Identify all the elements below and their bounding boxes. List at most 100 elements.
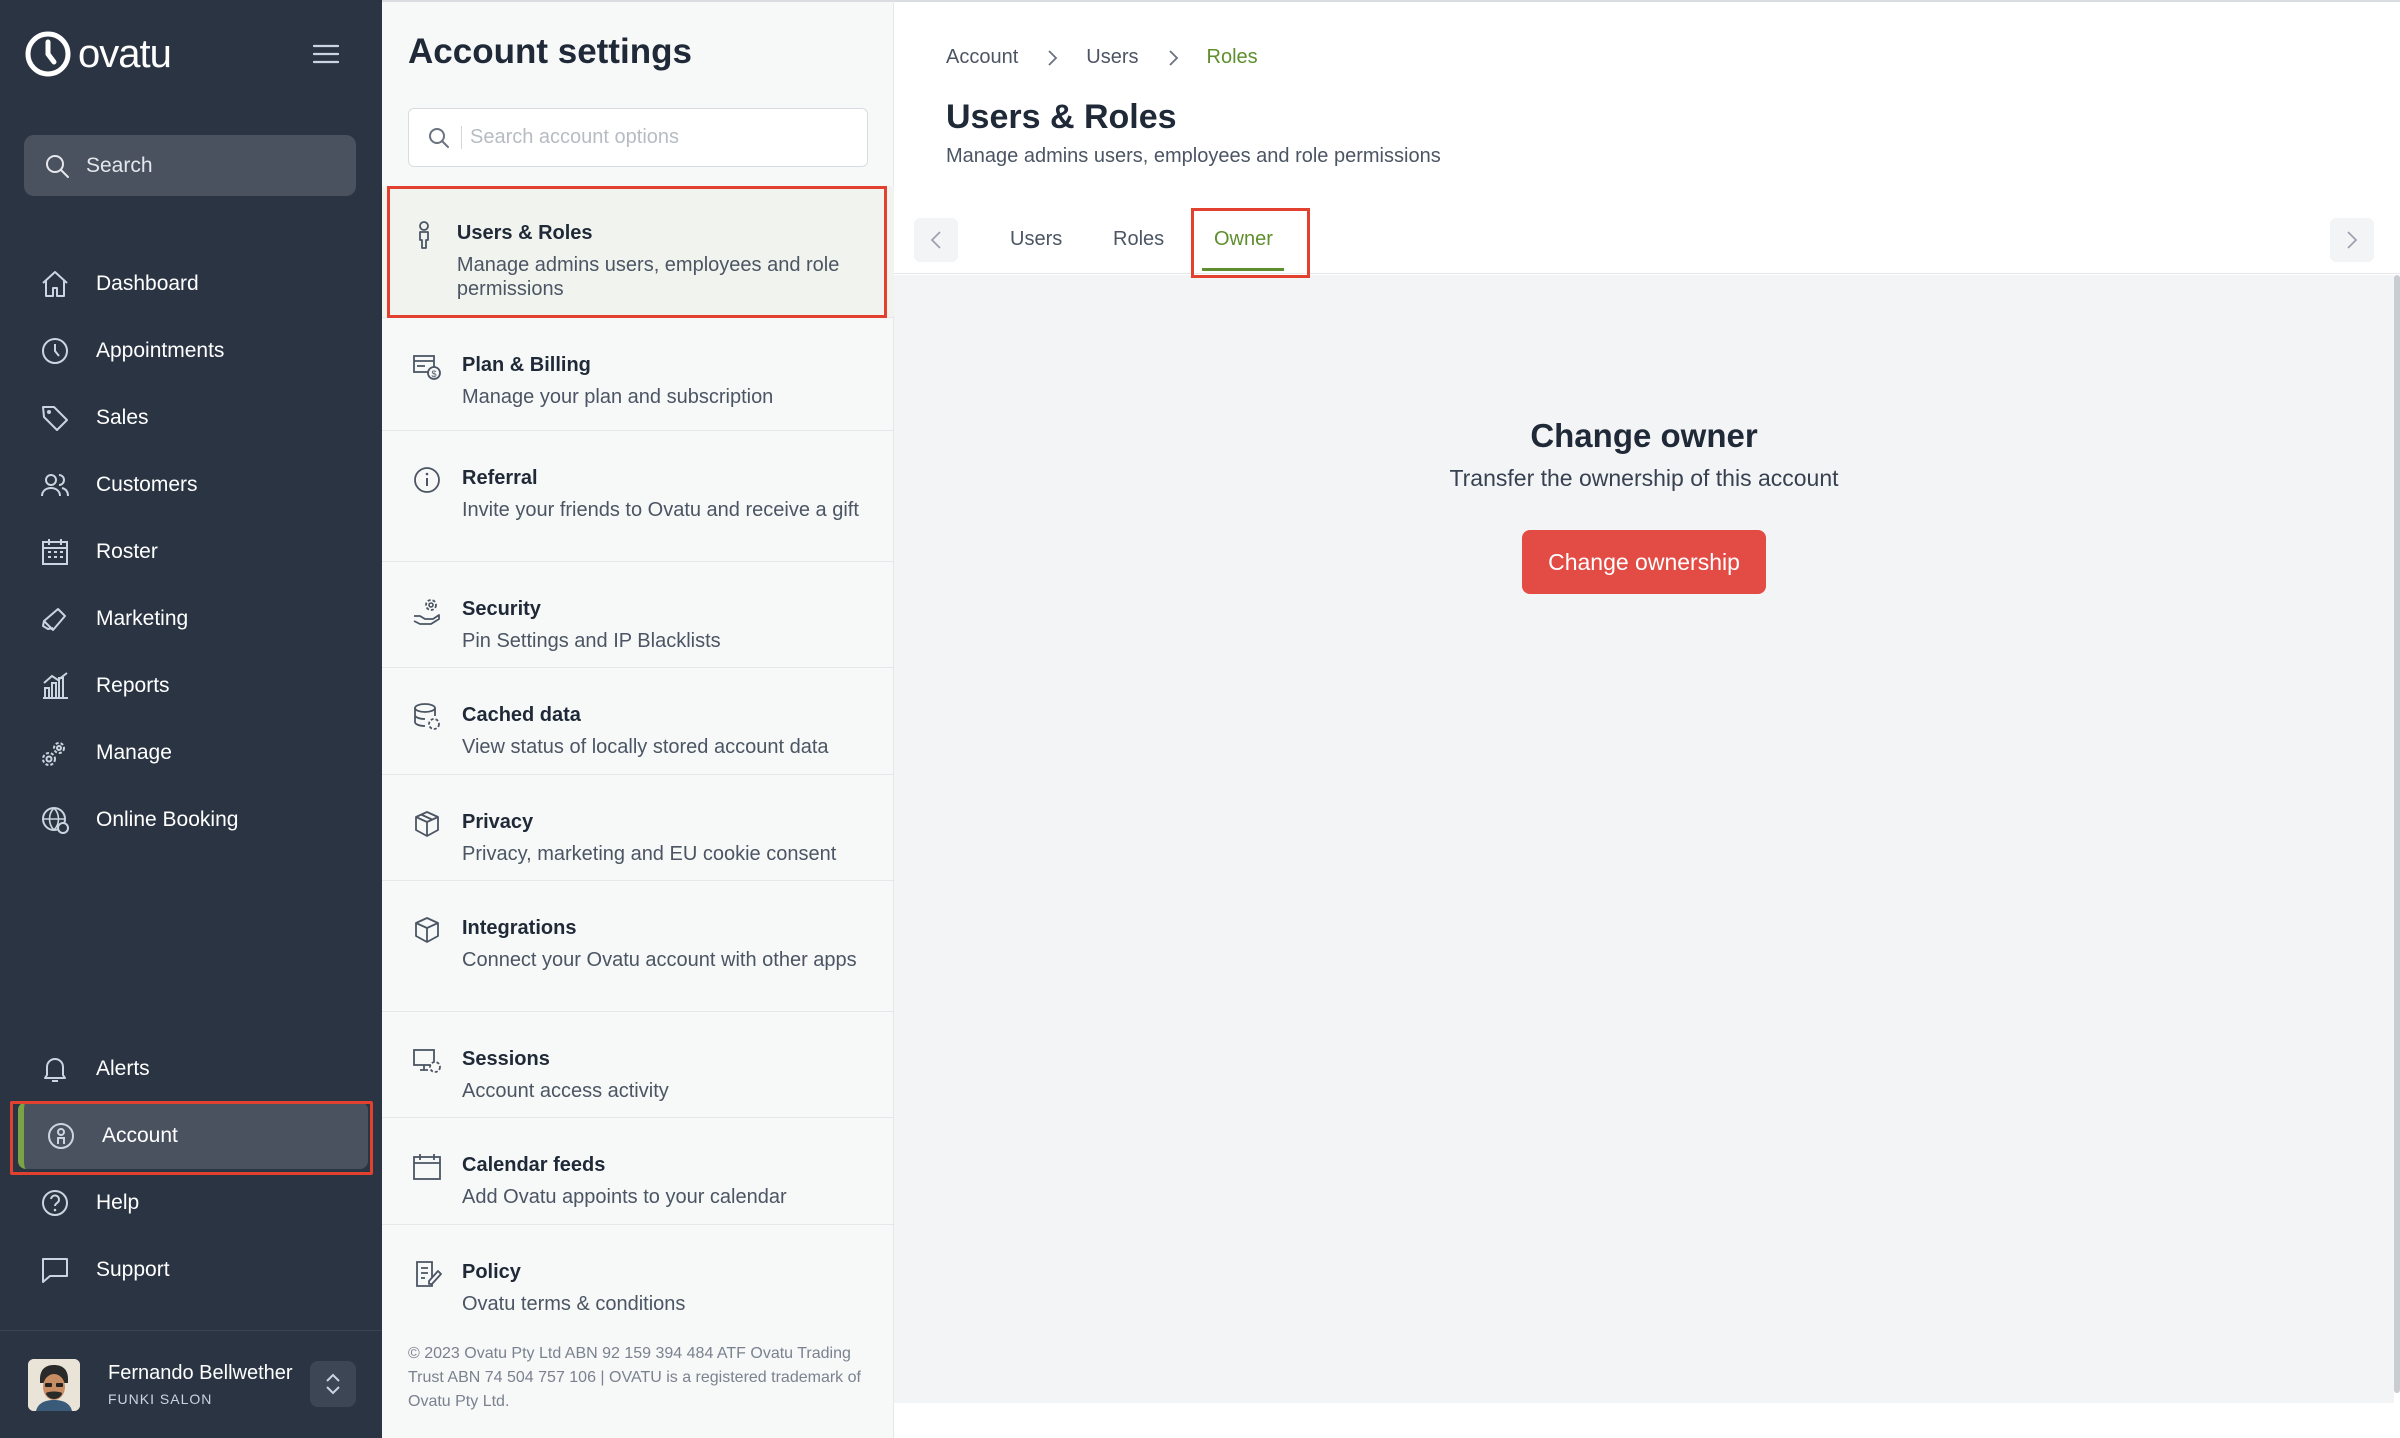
settings-option-referral[interactable]: Referral Invite your friends to Ovatu and…: [382, 431, 894, 562]
breadcrumb-account[interactable]: Account: [946, 46, 1018, 69]
nav-label: Appointments: [96, 338, 225, 362]
option-title: Plan & Billing: [462, 354, 591, 376]
settings-option-privacy[interactable]: Privacy Privacy, marketing and EU cookie …: [382, 775, 894, 881]
nav-item-appointments[interactable]: Appointments: [0, 317, 382, 384]
megaphone-icon: [42, 607, 66, 631]
tag-icon: [42, 405, 68, 431]
settings-option-integrations[interactable]: Integrations Connect your Ovatu account w…: [382, 881, 894, 1012]
nav-item-sales[interactable]: Sales: [0, 384, 382, 451]
nav-item-dashboard[interactable]: Dashboard: [0, 250, 382, 317]
calendar-grid-icon: [42, 538, 68, 565]
tab-scroll-right[interactable]: [2330, 218, 2374, 262]
settings-option-plan-billing[interactable]: $ Plan & Billing Manage your plan and sub…: [382, 318, 894, 431]
settings-option-security[interactable]: Security Pin Settings and IP Blacklists: [382, 562, 894, 668]
chevron-right-icon: [2347, 231, 2358, 249]
nav-item-customers[interactable]: Customers: [0, 451, 382, 518]
option-title: Calendar feeds: [462, 1154, 606, 1176]
bar-chart-icon: [43, 671, 68, 699]
tab-scroll-left[interactable]: [914, 218, 958, 262]
nav-label: Dashboard: [96, 271, 199, 295]
main-nav: Dashboard Appointments Sales Customers R…: [0, 250, 382, 853]
option-desc: Manage admins users, employees and role …: [456, 254, 840, 300]
settings-option-policy[interactable]: Policy Ovatu terms & conditions: [382, 1225, 894, 1331]
nav-item-roster[interactable]: Roster: [0, 518, 382, 585]
owner-tab-content: Change owner Transfer the ownership of t…: [894, 275, 2394, 1403]
logo-clock-icon: [25, 31, 71, 77]
change-owner-section: Change owner Transfer the ownership of t…: [894, 417, 2394, 594]
nav-item-online-booking[interactable]: Online Booking: [0, 786, 382, 853]
nav-item-alerts[interactable]: Alerts: [0, 1035, 382, 1102]
option-desc: Ovatu terms & conditions: [462, 1293, 686, 1315]
tab-owner[interactable]: Owner: [1214, 228, 1273, 251]
secondary-nav: Alerts Account Help Support: [0, 1035, 382, 1303]
nav-label: Reports: [96, 673, 170, 697]
nav-label: Marketing: [96, 606, 189, 630]
avatar: [28, 1358, 80, 1411]
bell-icon: [44, 1057, 66, 1082]
option-desc: Manage your plan and subscription: [462, 386, 774, 408]
person-icon: [419, 221, 429, 249]
billing-icon: $: [413, 355, 441, 380]
nav-label: Sales: [96, 405, 149, 429]
sidebar: ovatu Search Dashboard Appointments Sale…: [0, 0, 382, 1438]
settings-option-calendar-feeds[interactable]: Calendar feeds Add Ovatu appoints to your…: [382, 1118, 894, 1225]
account-icon: [48, 1122, 74, 1149]
page-subtitle: Manage admins users, employees and role …: [946, 145, 1441, 167]
ovatu-logo[interactable]: ovatu: [24, 30, 172, 78]
breadcrumb: Account Users Roles: [946, 46, 1258, 69]
chat-icon: [42, 1257, 68, 1283]
nav-item-marketing[interactable]: Marketing: [0, 585, 382, 652]
user-menu-toggle[interactable]: [310, 1361, 356, 1407]
active-tab-underline: [1202, 268, 1284, 271]
nav-label: Help: [96, 1190, 140, 1214]
breadcrumb-users[interactable]: Users: [1086, 46, 1138, 69]
nav-item-manage[interactable]: Manage: [0, 719, 382, 786]
change-ownership-button[interactable]: Change ownership: [1522, 530, 1766, 594]
option-desc: Connect your Ovatu account with other ap…: [462, 949, 857, 971]
security-gear-icon: [413, 599, 440, 625]
info-icon: [414, 467, 440, 493]
copyright-footer: © 2023 Ovatu Pty Ltd ABN 92 159 394 484 …: [408, 1345, 861, 1410]
tab-users[interactable]: Users: [1010, 228, 1062, 251]
nav-label: Support: [96, 1257, 170, 1281]
policy-icon: [416, 1261, 442, 1287]
session-gear-icon: [413, 1049, 441, 1073]
sidebar-search[interactable]: Search: [24, 135, 356, 196]
clock-icon: [42, 337, 68, 364]
tab-roles[interactable]: Roles: [1113, 228, 1164, 251]
user-name: Fernando Bellwether: [108, 1362, 293, 1384]
option-title: Policy: [462, 1261, 521, 1283]
package-icon: [415, 917, 439, 943]
main-content: Account Users Roles Users & Roles Manage…: [894, 0, 2400, 1438]
settings-option-users-roles[interactable]: Users & Roles Manage admins users, employ…: [382, 186, 894, 318]
search-icon: [46, 154, 69, 178]
chevron-left-icon: [930, 231, 941, 249]
user-profile[interactable]: Fernando Bellwether FUNKI SALON: [0, 1330, 382, 1438]
chevron-right-icon: [1168, 49, 1178, 66]
chevron-right-icon: [1048, 49, 1058, 66]
option-title: Sessions: [462, 1048, 550, 1070]
settings-search-input[interactable]: [461, 126, 861, 149]
calendar-icon: [413, 1154, 441, 1180]
hamburger-menu-icon[interactable]: [313, 44, 339, 64]
svg-text:$: $: [431, 369, 436, 379]
settings-option-cached-data[interactable]: Cached data View status of locally stored…: [382, 668, 894, 775]
nav-item-account[interactable]: Account: [18, 1102, 368, 1169]
change-owner-subtitle: Transfer the ownership of this account: [1449, 465, 1839, 491]
settings-options-list: Users & Roles Manage admins users, employ…: [382, 186, 894, 1331]
option-desc: Add Ovatu appoints to your calendar: [462, 1186, 787, 1208]
option-title: Users & Roles: [456, 222, 593, 244]
nav-item-reports[interactable]: Reports: [0, 652, 382, 719]
breadcrumb-roles[interactable]: Roles: [1207, 46, 1258, 69]
nav-item-help[interactable]: Help: [0, 1169, 382, 1236]
settings-option-sessions[interactable]: Sessions Account access activity: [382, 1012, 894, 1118]
database-icon: [414, 703, 440, 730]
change-owner-title: Change owner: [1530, 417, 1758, 454]
content-scrollbar[interactable]: [2394, 275, 2400, 1393]
option-desc: Pin Settings and IP Blacklists: [462, 630, 721, 652]
chevron-up-down-icon: [326, 1373, 340, 1395]
nav-item-support[interactable]: Support: [0, 1236, 382, 1303]
nav-label: Account: [102, 1123, 178, 1147]
avatar-face-icon: [28, 1358, 80, 1411]
settings-search: [408, 108, 868, 167]
